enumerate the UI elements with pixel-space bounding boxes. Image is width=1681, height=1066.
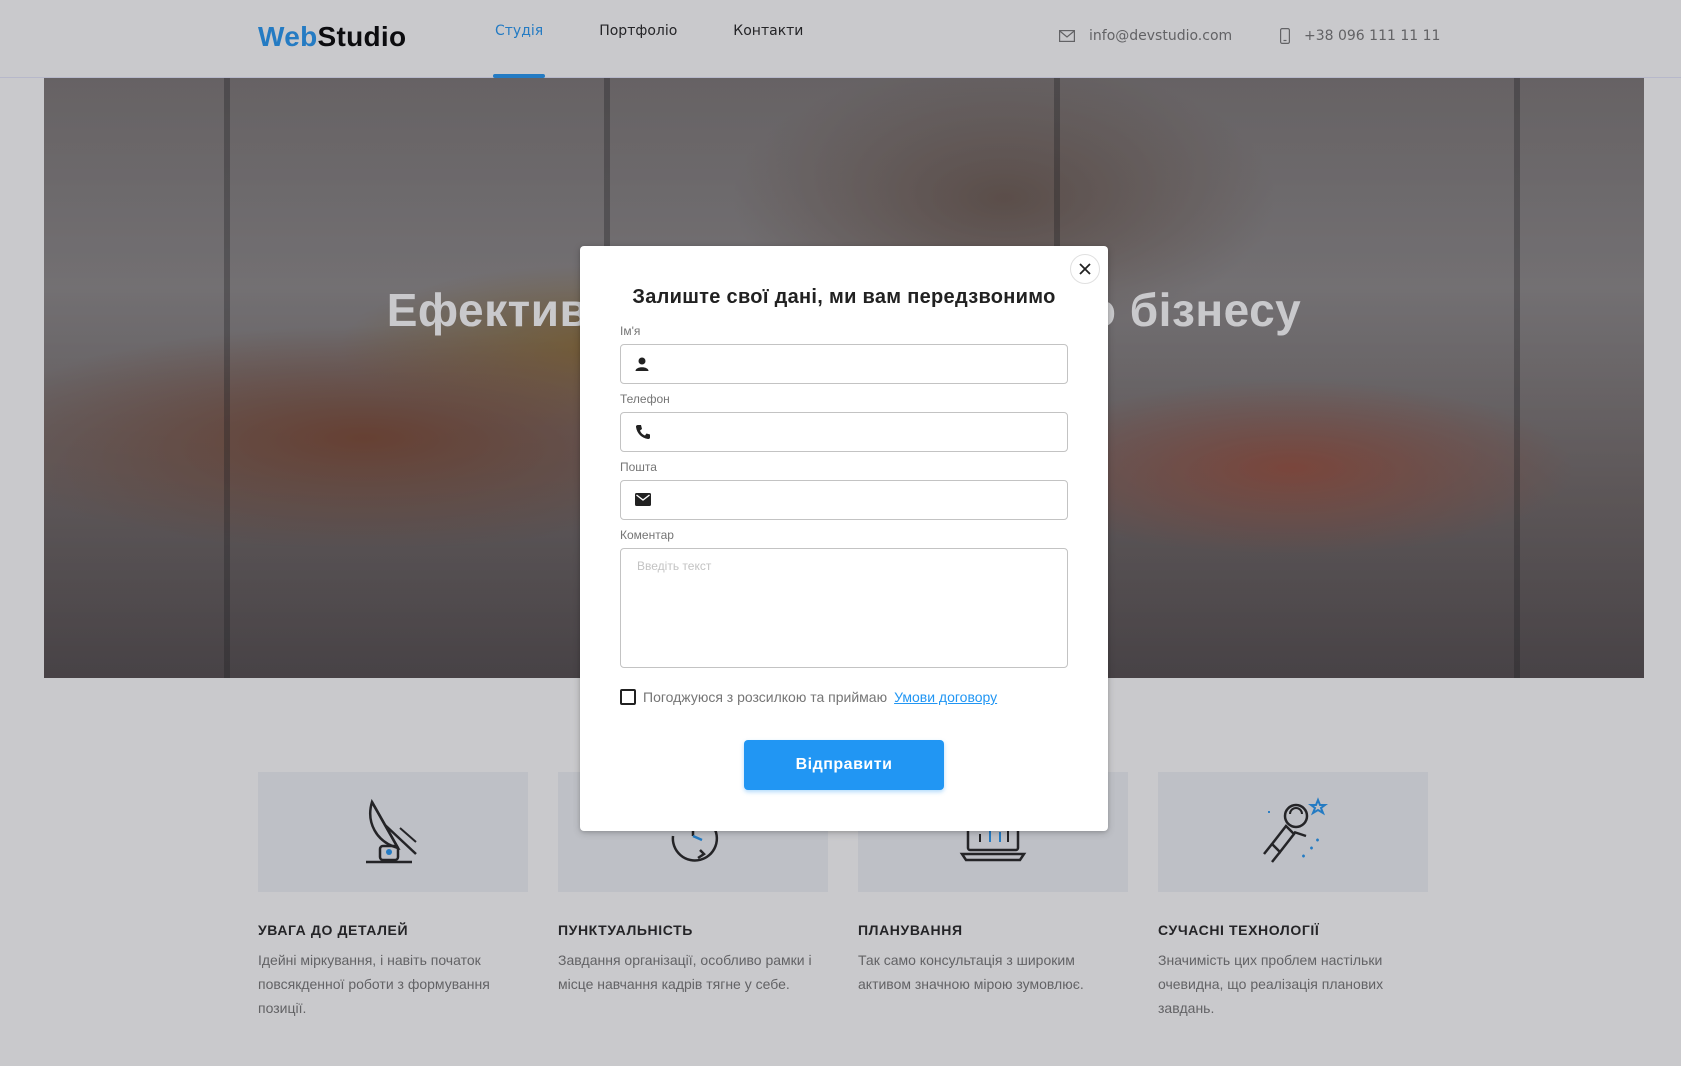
email-label: Пошта <box>620 460 657 474</box>
phone-field-group: Телефон <box>620 388 1068 452</box>
comment-label: Коментар <box>620 528 674 542</box>
agree-row[interactable]: Погоджуюся з розсилкою та приймаю Умови … <box>620 689 997 705</box>
agree-checkbox[interactable] <box>620 689 636 705</box>
phone-label: Телефон <box>620 392 670 406</box>
name-input[interactable] <box>621 345 1067 383</box>
phone-icon <box>635 425 650 440</box>
phone-input-wrap <box>620 412 1068 452</box>
envelope-icon <box>635 493 651 506</box>
email-input-wrap <box>620 480 1068 520</box>
name-input-wrap <box>620 344 1068 384</box>
comment-field-group: Коментар <box>620 524 1068 672</box>
comment-textarea[interactable] <box>620 548 1068 668</box>
email-field-group: Пошта <box>620 456 1068 520</box>
close-icon <box>1079 263 1091 275</box>
modal-title: Залиште свої дані, ми вам передзвонимо <box>632 286 1056 308</box>
name-label: Ім'я <box>620 324 641 338</box>
email-input[interactable] <box>621 481 1067 519</box>
terms-link[interactable]: Умови договору <box>894 689 997 705</box>
modal-close-button[interactable] <box>1070 254 1100 284</box>
name-field-group: Ім'я <box>620 320 1068 384</box>
phone-input[interactable] <box>621 413 1067 451</box>
callback-modal: Залиште свої дані, ми вам передзвонимо І… <box>580 246 1108 831</box>
person-icon <box>635 357 649 371</box>
agree-text: Погоджуюся з розсилкою та приймаю <box>643 689 888 705</box>
submit-button[interactable]: Відправити <box>744 740 944 790</box>
